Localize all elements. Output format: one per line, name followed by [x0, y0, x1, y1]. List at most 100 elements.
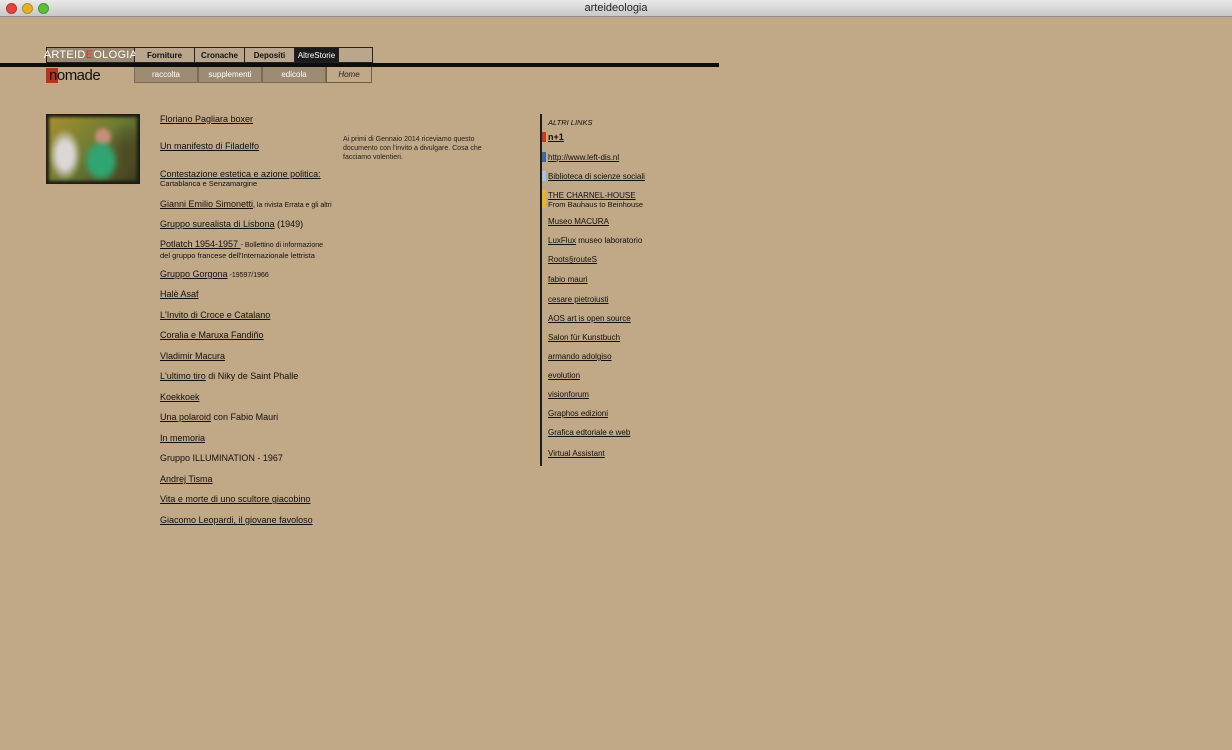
- story-link[interactable]: L'ultimo tiro: [160, 371, 206, 381]
- altri-link[interactable]: Biblioteca di scienze sociali: [548, 172, 645, 181]
- logo-suffix: OLOGIA: [93, 49, 138, 61]
- story-link-item: Una polaroid con Fabio Mauri: [160, 412, 278, 422]
- nav-edicola[interactable]: edicola: [262, 67, 326, 83]
- altri-link-item: fabio mauri: [548, 275, 588, 284]
- altri-link-item: LuxFlux museo laboratorio: [548, 236, 642, 245]
- story-link[interactable]: Una polaroid: [160, 412, 211, 422]
- story-link-item: Gruppo surealista di Lisbona (1949): [160, 219, 303, 229]
- story-link-extra: di Niky de Saint Phalle: [205, 371, 299, 381]
- altri-link-item: Roots§routeS: [548, 255, 597, 264]
- story-link-item: Gruppo ILLUMINATION - 1967: [160, 453, 283, 463]
- story-link-item: Potlatch 1954-1957 - Bollettino di infor…: [160, 239, 323, 261]
- story-link[interactable]: Koekkoek: [160, 392, 200, 402]
- altri-link-item: Museo MACURA: [548, 217, 609, 226]
- window-titlebar: arteideologia: [0, 0, 1232, 17]
- story-link[interactable]: Gianni Emilio Simonetti: [160, 199, 253, 209]
- story-link-item: Vladimir Macura: [160, 351, 225, 361]
- altri-link-item: Biblioteca di scienze sociali: [548, 172, 645, 181]
- arteideologia-logo[interactable]: ARTEID E OLOGIA: [43, 48, 138, 62]
- story-link[interactable]: Halè Asaf: [160, 289, 199, 299]
- altri-link[interactable]: fabio mauri: [548, 275, 588, 284]
- altri-link-item: armando adolgiso: [548, 352, 612, 361]
- sub-nav: no made raccolta supplementi edicola Home: [46, 66, 373, 84]
- story-link-item: In memoria: [160, 433, 205, 443]
- top-nav: ARTEID E OLOGIA Forniture Cronache Deposit…: [43, 47, 373, 63]
- altri-link[interactable]: Virtual Assistant: [548, 449, 605, 458]
- logo-accent: E: [85, 49, 94, 61]
- story-link-item: Koekkoek: [160, 392, 200, 402]
- altri-link[interactable]: evolution: [548, 371, 580, 380]
- story-link-extra: (1949): [274, 219, 304, 229]
- altri-link[interactable]: armando adolgiso: [548, 352, 612, 361]
- nav-depositi[interactable]: Depositi: [245, 48, 295, 62]
- story-link[interactable]: Gruppo surealista di Lisbona: [160, 219, 275, 229]
- story-link-item: Gruppo Gorgona -19597/1966: [160, 269, 269, 281]
- story-link-note: , la rivista Errata e gli altri: [253, 202, 332, 209]
- altri-link[interactable]: visionforum: [548, 390, 589, 399]
- column-divider: [540, 114, 542, 466]
- story-link-note: -19597/1966: [227, 272, 269, 279]
- altri-link-item: Virtual Assistant: [548, 449, 605, 458]
- altri-link-item: http://www.left-dis.nl: [548, 153, 619, 162]
- altri-link[interactable]: Salon für Kunstbuch: [548, 333, 620, 342]
- nav-supplementi[interactable]: supplementi: [198, 67, 262, 83]
- story-link[interactable]: Contestazione estetica e azione politica…: [160, 169, 321, 179]
- story-link-item: Giacomo Leopardi, il giovane favoloso: [160, 515, 313, 525]
- altri-link[interactable]: THE CHARNEL-HOUSE: [548, 191, 636, 200]
- nav-raccolta[interactable]: raccolta: [134, 67, 198, 83]
- link-color-marker: [542, 152, 546, 162]
- story-link[interactable]: Vita e morte di uno scultore giacobino: [160, 494, 310, 504]
- nav-home[interactable]: Home: [326, 67, 372, 83]
- story-link-item: L'ultimo tiro di Niky de Saint Phalle: [160, 371, 298, 381]
- altri-link[interactable]: http://www.left-dis.nl: [548, 153, 619, 162]
- link-color-marker: [542, 171, 546, 181]
- story-link-item: Andrej Tisma: [160, 474, 213, 484]
- altri-link-item: AOS art is open source: [548, 314, 631, 323]
- altri-link[interactable]: Roots§routeS: [548, 255, 597, 264]
- altri-link-item: n+1: [548, 133, 564, 142]
- nomade-logo-b: made: [64, 66, 101, 84]
- altri-link[interactable]: Museo MACURA: [548, 217, 609, 226]
- altri-link[interactable]: AOS art is open source: [548, 314, 631, 323]
- nav-cronache[interactable]: Cronache: [195, 48, 245, 62]
- story-link[interactable]: Potlatch 1954-1957: [160, 239, 241, 249]
- nomade-logo[interactable]: no made: [46, 66, 134, 84]
- altri-link-subtitle: From Bauhaus to Beinhouse: [548, 200, 644, 209]
- story-link[interactable]: Coralia e Maruxa Fandiño: [160, 330, 264, 340]
- story-link[interactable]: Gruppo Gorgona: [160, 269, 228, 279]
- story-link-item: Un manifesto di Filadelfo: [160, 141, 259, 151]
- story-link-item: Vita e morte di uno scultore giacobino: [160, 494, 310, 504]
- altri-link[interactable]: cesare pietroiusti: [548, 295, 608, 304]
- link-color-marker: [542, 132, 546, 142]
- nav-altrestorie[interactable]: AltreStorie: [295, 48, 339, 62]
- story-link[interactable]: Giacomo Leopardi, il giovane favoloso: [160, 515, 313, 525]
- story-link[interactable]: Floriano Pagliara boxer: [160, 114, 253, 124]
- thumbnail-image: [49, 117, 137, 181]
- altri-link[interactable]: n+1: [548, 132, 564, 142]
- altri-link-item: Graphos edizioni: [548, 409, 608, 418]
- altri-link-item: cesare pietroiusti: [548, 295, 608, 304]
- story-link-item: Gianni Emilio Simonetti, la rivista Erra…: [160, 199, 332, 211]
- video-thumbnail[interactable]: [46, 114, 140, 184]
- story-link[interactable]: Un manifesto di Filadelfo: [160, 141, 259, 151]
- story-link[interactable]: Andrej Tisma: [160, 474, 213, 484]
- nomade-logo-a: no: [49, 66, 65, 84]
- story-link-subtitle: del gruppo francese dell'Internazionale …: [160, 251, 315, 260]
- story-link-item: Halè Asaf: [160, 289, 199, 299]
- logo-prefix: ARTEID: [43, 49, 86, 61]
- altri-links-heading: ALTRI LINKS: [548, 118, 593, 127]
- story-link[interactable]: In memoria: [160, 433, 205, 443]
- story-link-extra: con Fabio Mauri: [211, 412, 279, 422]
- story-link-plain-text: Gruppo ILLUMINATION - 1967: [160, 453, 283, 463]
- story-link[interactable]: Vladimir Macura: [160, 351, 225, 361]
- altri-link[interactable]: Grafica edtoriale e web: [548, 428, 630, 437]
- story-link-item: Coralia e Maruxa Fandiño: [160, 330, 264, 340]
- story-link[interactable]: L'Invito di Croce e Catalano: [160, 310, 270, 320]
- altri-link-item: THE CHARNEL-HOUSE From Bauhaus to Beinhou…: [548, 191, 643, 209]
- altri-link[interactable]: LuxFlux: [548, 236, 576, 245]
- altri-link-item: Grafica edtoriale e web: [548, 428, 630, 437]
- altri-link[interactable]: Graphos edizioni: [548, 409, 608, 418]
- nav-forniture[interactable]: Forniture: [135, 48, 195, 62]
- story-link-item: Floriano Pagliara boxer: [160, 114, 253, 124]
- story-link-item: L'Invito di Croce e Catalano: [160, 310, 270, 320]
